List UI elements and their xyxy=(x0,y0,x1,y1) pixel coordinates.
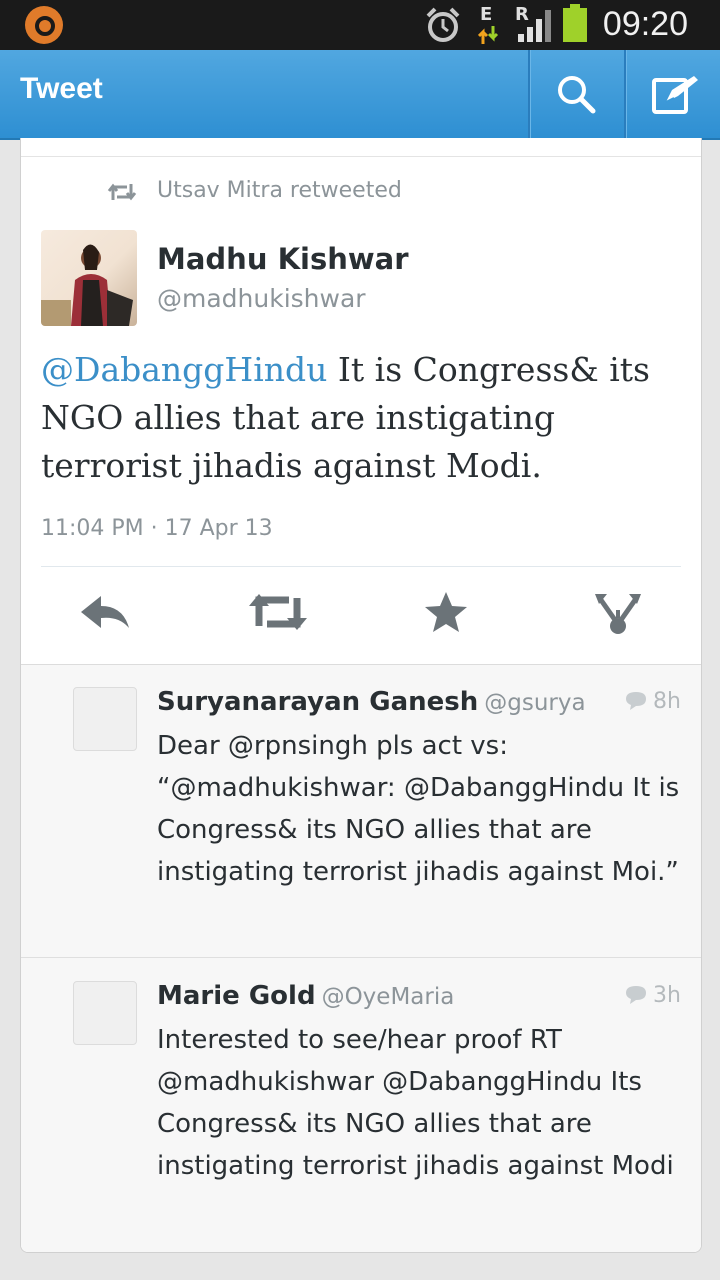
reply-text: Interested to see/hear proof RT @madhuki… xyxy=(157,1025,674,1181)
reply-author[interactable]: Suryanarayan Ganesh @gsurya xyxy=(157,687,586,717)
action-bar: Tweet xyxy=(0,50,720,140)
alarm-icon xyxy=(426,7,460,42)
favorite-button[interactable] xyxy=(423,590,483,640)
tweet-timestamp: 11:04 PM · 17 Apr 13 xyxy=(41,516,273,541)
mention-link[interactable]: @DabanggHindu xyxy=(41,350,327,389)
data-arrows-icon xyxy=(478,26,499,44)
signal-icon xyxy=(518,10,551,42)
app-launcher-icon xyxy=(25,6,63,44)
divider xyxy=(41,566,681,567)
conversation-icon xyxy=(626,986,647,1004)
retweet-small-icon xyxy=(107,183,137,201)
share-button[interactable] xyxy=(593,590,653,640)
page-title: Tweet xyxy=(20,72,103,105)
reply-author-name: Marie Gold xyxy=(157,981,316,1011)
author-avatar[interactable] xyxy=(41,230,137,326)
retweet-button[interactable] xyxy=(247,590,307,640)
battery-icon xyxy=(563,4,587,42)
conversation-icon xyxy=(626,692,647,710)
tweet-card: Utsav Mitra retweeted Madhu Kishwar @mad… xyxy=(20,138,702,1253)
reply-author-handle: @gsurya xyxy=(484,690,586,716)
divider xyxy=(21,957,701,958)
favorite-icon xyxy=(425,592,467,632)
divider xyxy=(21,156,701,157)
reply-icon xyxy=(81,596,129,628)
reply-item[interactable]: Marie Gold @OyeMaria 3h Interested to see… xyxy=(21,959,701,1252)
reply-time: 3h xyxy=(625,983,681,1008)
reply-item[interactable]: Suryanarayan Ganesh @gsurya 8h Dear @rpns… xyxy=(21,665,701,957)
author-name[interactable]: Madhu Kishwar xyxy=(157,242,409,276)
reply-time-label: 8h xyxy=(653,689,681,714)
compose-button[interactable] xyxy=(626,50,718,138)
reply-text: Dear @rpnsingh pls act vs: “@madhukishwa… xyxy=(157,731,680,887)
status-bar: E R 09:20 xyxy=(0,0,720,50)
reply-time: 8h xyxy=(625,689,681,714)
clock: 09:20 xyxy=(602,5,688,43)
reply-avatar[interactable] xyxy=(73,981,137,1045)
reply-author-name: Suryanarayan Ganesh xyxy=(157,687,479,717)
retweeted-by-label: Utsav Mitra retweeted xyxy=(157,178,402,203)
retweet-icon xyxy=(249,594,307,630)
search-button[interactable] xyxy=(530,50,622,138)
reply-time-label: 3h xyxy=(653,983,681,1008)
share-icon xyxy=(595,594,641,634)
reply-avatar[interactable] xyxy=(73,687,137,751)
network-type-e: E xyxy=(480,4,493,25)
author-handle[interactable]: @madhukishwar xyxy=(157,284,366,313)
tweet-text: @DabanggHindu It is Congress& its NGO al… xyxy=(41,346,681,490)
replies-list: Suryanarayan Ganesh @gsurya 8h Dear @rpns… xyxy=(21,664,701,1252)
search-icon xyxy=(558,76,596,114)
compose-icon xyxy=(652,76,698,114)
reply-author[interactable]: Marie Gold @OyeMaria xyxy=(157,981,454,1011)
reply-author-handle: @OyeMaria xyxy=(321,984,455,1010)
reply-button[interactable] xyxy=(77,590,137,640)
avatar-photo xyxy=(41,244,133,326)
